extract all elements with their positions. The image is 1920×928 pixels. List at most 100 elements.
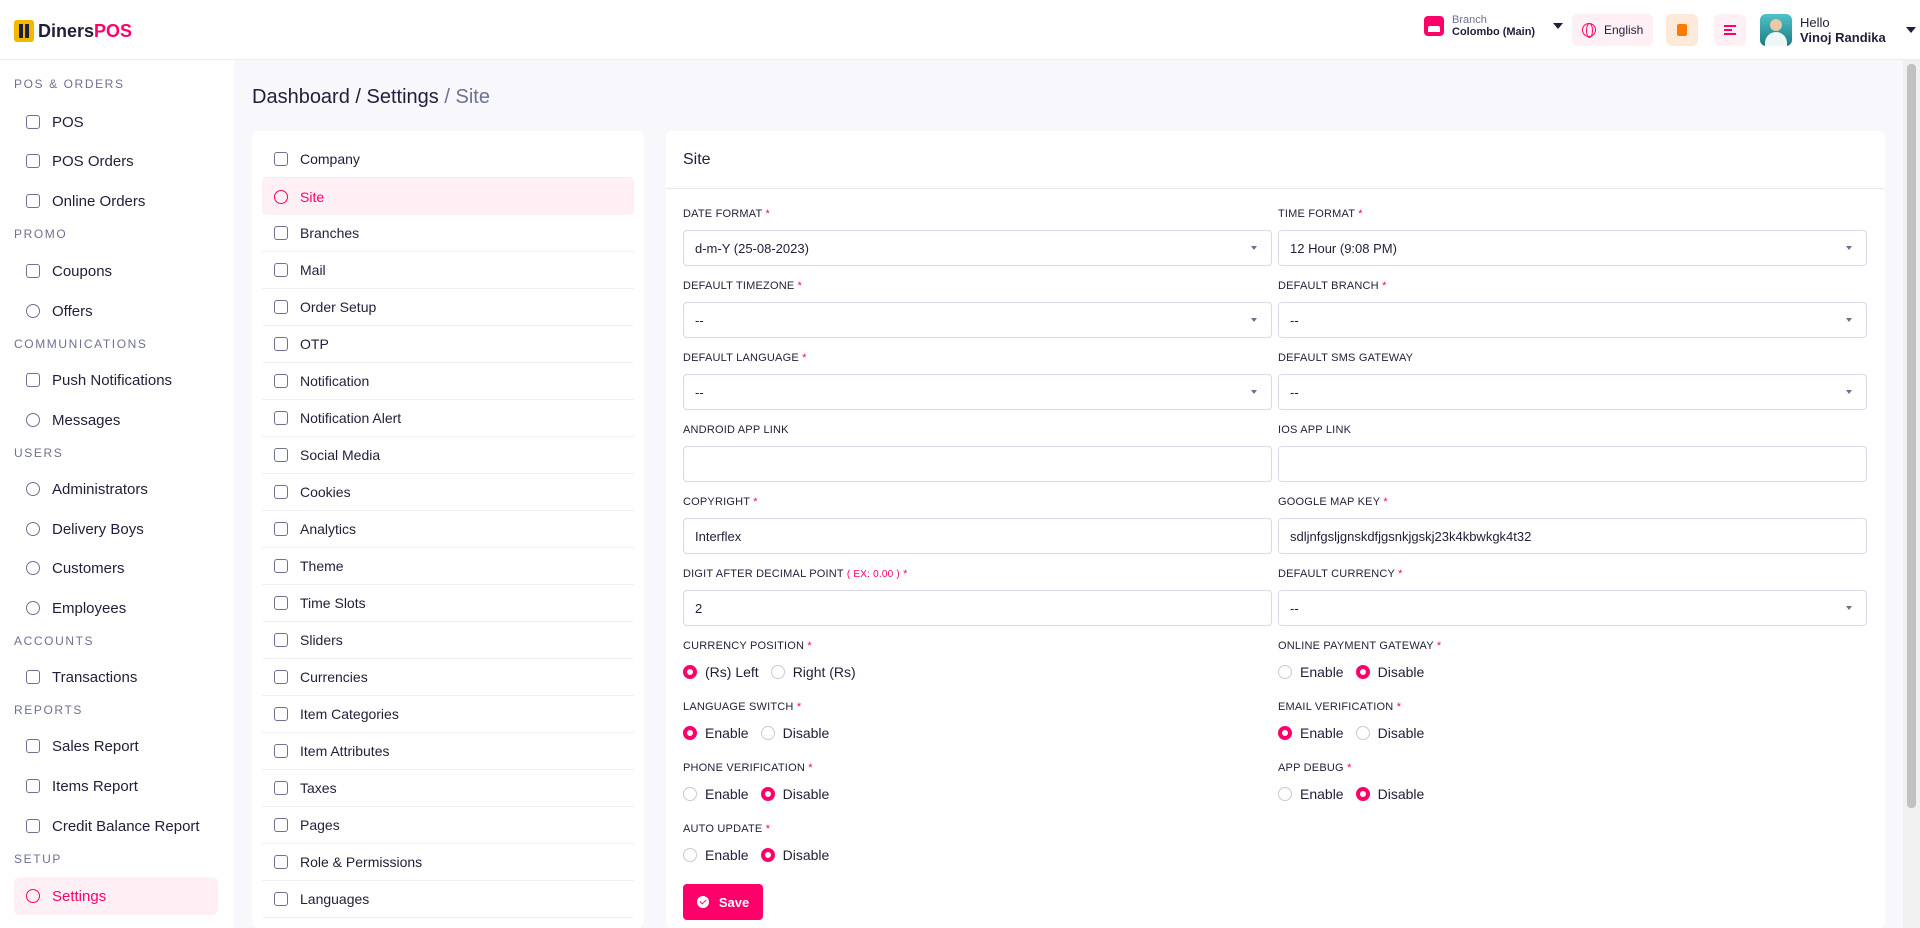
- settings-menu-social-media[interactable]: Social Media: [262, 437, 634, 474]
- settings-menu-role-permissions[interactable]: Role & Permissions: [262, 844, 634, 881]
- language-switch-disable-radio[interactable]: Disable: [760, 725, 829, 741]
- settings-menu-currencies[interactable]: Currencies: [262, 659, 634, 696]
- settings-menu-site[interactable]: Site: [262, 178, 634, 215]
- auto-update-enable-radio[interactable]: Enable: [683, 847, 749, 863]
- sidebar-item-messages[interactable]: Messages: [14, 401, 218, 439]
- settings-menu-notification[interactable]: Notification: [262, 363, 634, 400]
- digit-after-decimal-input[interactable]: 2: [683, 590, 1272, 626]
- save-button[interactable]: Save: [683, 884, 763, 920]
- breadcrumb-dashboard[interactable]: Dashboard: [252, 86, 350, 108]
- ios-app-link-input[interactable]: [1278, 446, 1867, 482]
- online-payment-enable-radio[interactable]: Enable: [1278, 664, 1344, 680]
- settings-menu-analytics[interactable]: Analytics: [262, 511, 634, 548]
- site-icon: [274, 189, 288, 204]
- date-format-select[interactable]: d-m-Y (25-08-2023): [683, 230, 1272, 266]
- default-currency-select[interactable]: --: [1278, 590, 1867, 626]
- auto-update-disable-radio[interactable]: Disable: [760, 847, 829, 863]
- app-debug-label: APP DEBUG *: [1278, 762, 1352, 774]
- sidebar-item-coupons[interactable]: Coupons: [14, 252, 218, 290]
- sidebar-item-customers[interactable]: Customers: [14, 549, 218, 587]
- google-map-key-label: GOOGLE MAP KEY *: [1278, 496, 1388, 508]
- default-timezone-select[interactable]: --: [683, 302, 1272, 338]
- google-map-key-input[interactable]: sdljnfgsljgnskdfjgsnkjgskj23k4kbwkgk4t32: [1278, 518, 1867, 554]
- sidebar-item-settings[interactable]: Settings: [14, 877, 218, 915]
- ios-app-link-label: IOS APP LINK: [1278, 424, 1352, 436]
- online-payment-disable-radio[interactable]: Disable: [1355, 664, 1424, 680]
- offer-icon: [26, 304, 40, 318]
- default-sms-gateway-select[interactable]: --: [1278, 374, 1867, 410]
- radio-selected-icon: [683, 726, 697, 740]
- settings-menu-company[interactable]: Company: [262, 141, 634, 178]
- sidebar-item-sales-report[interactable]: Sales Report: [14, 727, 218, 765]
- settings-menu-taxes[interactable]: Taxes: [262, 770, 634, 807]
- settings-menu-sliders[interactable]: Sliders: [262, 622, 634, 659]
- pos-shortcut-button[interactable]: [1666, 14, 1698, 46]
- panel-title: Site: [683, 151, 711, 168]
- radio-selected-icon: [1355, 665, 1370, 679]
- radio-icon: [1355, 726, 1370, 740]
- breadcrumb-separator: /: [444, 86, 450, 108]
- copyright-input[interactable]: Interflex: [683, 518, 1272, 554]
- settings-menu-item-categories[interactable]: Item Categories: [262, 696, 634, 733]
- sidebar-item-transactions[interactable]: Transactions: [14, 658, 218, 696]
- sidebar-item-items-report[interactable]: Items Report: [14, 767, 218, 805]
- branch-selector[interactable]: Branch Colombo (Main): [1424, 14, 1564, 38]
- settings-menu-theme[interactable]: Theme: [262, 548, 634, 585]
- sidebar-item-credit-balance-report[interactable]: Credit Balance Report: [14, 807, 218, 845]
- settings-menu-time-slots[interactable]: Time Slots: [262, 585, 634, 622]
- radio-selected-icon: [760, 787, 775, 801]
- settings-menu-otp[interactable]: OTP: [262, 326, 634, 363]
- email-verification-enable-radio[interactable]: Enable: [1278, 725, 1344, 741]
- settings-menu-mail[interactable]: Mail: [262, 252, 634, 289]
- push-notification-icon: [26, 373, 40, 387]
- tax-icon: [274, 781, 288, 795]
- chevron-down-icon: [1905, 27, 1916, 33]
- settings-menu-cookies[interactable]: Cookies: [262, 474, 634, 511]
- currency-position-left-radio[interactable]: (Rs) Left: [683, 664, 759, 680]
- email-verification-disable-radio[interactable]: Disable: [1355, 725, 1424, 741]
- sidebar-item-offers[interactable]: Offers: [14, 292, 218, 330]
- default-timezone-label: DEFAULT TIMEZONE *: [683, 280, 803, 292]
- sidebar-item-delivery-boys[interactable]: Delivery Boys: [14, 510, 218, 548]
- android-app-link-input[interactable]: [683, 446, 1272, 482]
- settings-menu-item-attributes[interactable]: Item Attributes: [262, 733, 634, 770]
- logo-icon: [14, 20, 34, 42]
- settings-menu-order-setup[interactable]: Order Setup: [262, 289, 634, 326]
- page-scrollbar[interactable]: [1903, 60, 1920, 928]
- language-button[interactable]: English: [1572, 14, 1653, 46]
- app-debug-radio-group: Enable Disable: [1278, 786, 1436, 802]
- settings-menu-branches[interactable]: Branches: [262, 215, 634, 252]
- currency-position-right-radio[interactable]: Right (Rs): [770, 664, 856, 680]
- user-menu[interactable]: Hello Vinoj Randika: [1760, 14, 1916, 46]
- sidebar-item-pos[interactable]: POS: [14, 103, 218, 141]
- sidebar-section-reports: REPORTS: [14, 703, 83, 717]
- default-sms-gateway-label: DEFAULT SMS GATEWAY: [1278, 352, 1414, 364]
- menu-toggle-button[interactable]: [1714, 14, 1746, 46]
- categories-icon: [274, 707, 288, 721]
- sidebar-item-pos-orders[interactable]: POS Orders: [14, 142, 218, 180]
- app-logo[interactable]: Diners POS: [14, 20, 132, 42]
- sidebar-item-administrators[interactable]: Administrators: [14, 470, 218, 508]
- default-branch-select[interactable]: --: [1278, 302, 1867, 338]
- breadcrumb-settings[interactable]: Settings: [367, 86, 439, 108]
- phone-verification-enable-radio[interactable]: Enable: [683, 786, 749, 802]
- time-format-select[interactable]: 12 Hour (9:08 PM): [1278, 230, 1867, 266]
- chevron-down-icon: [1251, 318, 1257, 322]
- bag-icon: [26, 194, 40, 208]
- scrollbar-thumb[interactable]: [1907, 64, 1916, 808]
- sidebar-item-push-notifications[interactable]: Push Notifications: [14, 361, 218, 399]
- language-switch-enable-radio[interactable]: Enable: [683, 725, 749, 741]
- chevron-down-icon: [1846, 390, 1852, 394]
- app-debug-enable-radio[interactable]: Enable: [1278, 786, 1344, 802]
- sidebar-item-online-orders[interactable]: Online Orders: [14, 182, 218, 220]
- app-debug-disable-radio[interactable]: Disable: [1355, 786, 1424, 802]
- sidebar-section-accounts: ACCOUNTS: [14, 634, 95, 648]
- settings-menu-notification-alert[interactable]: Notification Alert: [262, 400, 634, 437]
- settings-menu-pages[interactable]: Pages: [262, 807, 634, 844]
- document-icon: [1677, 24, 1687, 36]
- default-language-select[interactable]: --: [683, 374, 1272, 410]
- sidebar-item-employees[interactable]: Employees: [14, 589, 218, 627]
- phone-verification-disable-radio[interactable]: Disable: [760, 786, 829, 802]
- sidebar-section-pos: POS & ORDERS: [14, 77, 125, 91]
- settings-menu-languages[interactable]: Languages: [262, 881, 634, 918]
